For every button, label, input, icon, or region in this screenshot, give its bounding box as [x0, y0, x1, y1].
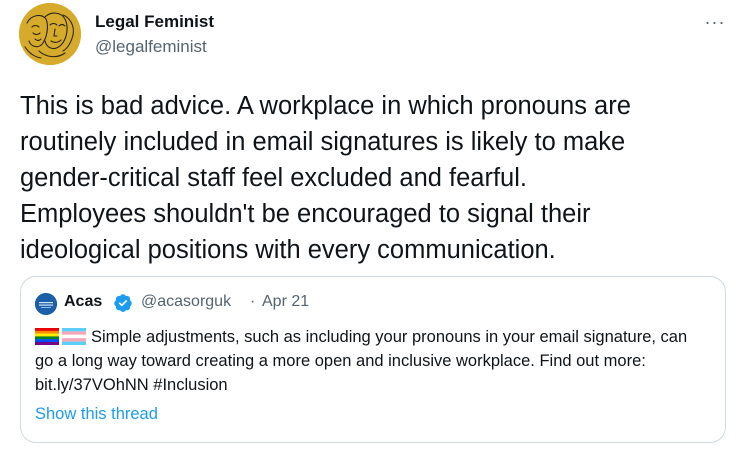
- dot-separator: ·: [250, 293, 256, 310]
- quoted-tweet-date[interactable]: Apr 21: [262, 293, 309, 311]
- verified-badge-icon: [113, 293, 133, 313]
- tweet: Legal Feminist @legalfeminist ··· This i…: [0, 0, 749, 461]
- quoted-author-avatar[interactable]: [35, 293, 57, 315]
- tweet-text: This is bad advice. A workplace in which…: [20, 92, 631, 264]
- line-drawn-faces-icon: [19, 3, 81, 65]
- more-options-button[interactable]: ···: [698, 10, 732, 34]
- author-avatar[interactable]: [19, 3, 81, 65]
- quoted-author-name[interactable]: Acas: [64, 293, 102, 311]
- more-icon: ···: [704, 11, 726, 32]
- quoted-tweet[interactable]: Acas @acasorguk · Apr 21 Simple adjustme…: [20, 276, 726, 443]
- author-handle[interactable]: @legalfeminist: [95, 37, 207, 57]
- show-thread-link[interactable]: Show this thread: [35, 405, 158, 424]
- acas-logo-icon: [35, 293, 57, 315]
- quoted-tweet-text: Simple adjustments, such as including yo…: [35, 328, 688, 394]
- author-name[interactable]: Legal Feminist: [95, 12, 214, 32]
- quoted-author-handle[interactable]: @acasorguk: [141, 293, 231, 311]
